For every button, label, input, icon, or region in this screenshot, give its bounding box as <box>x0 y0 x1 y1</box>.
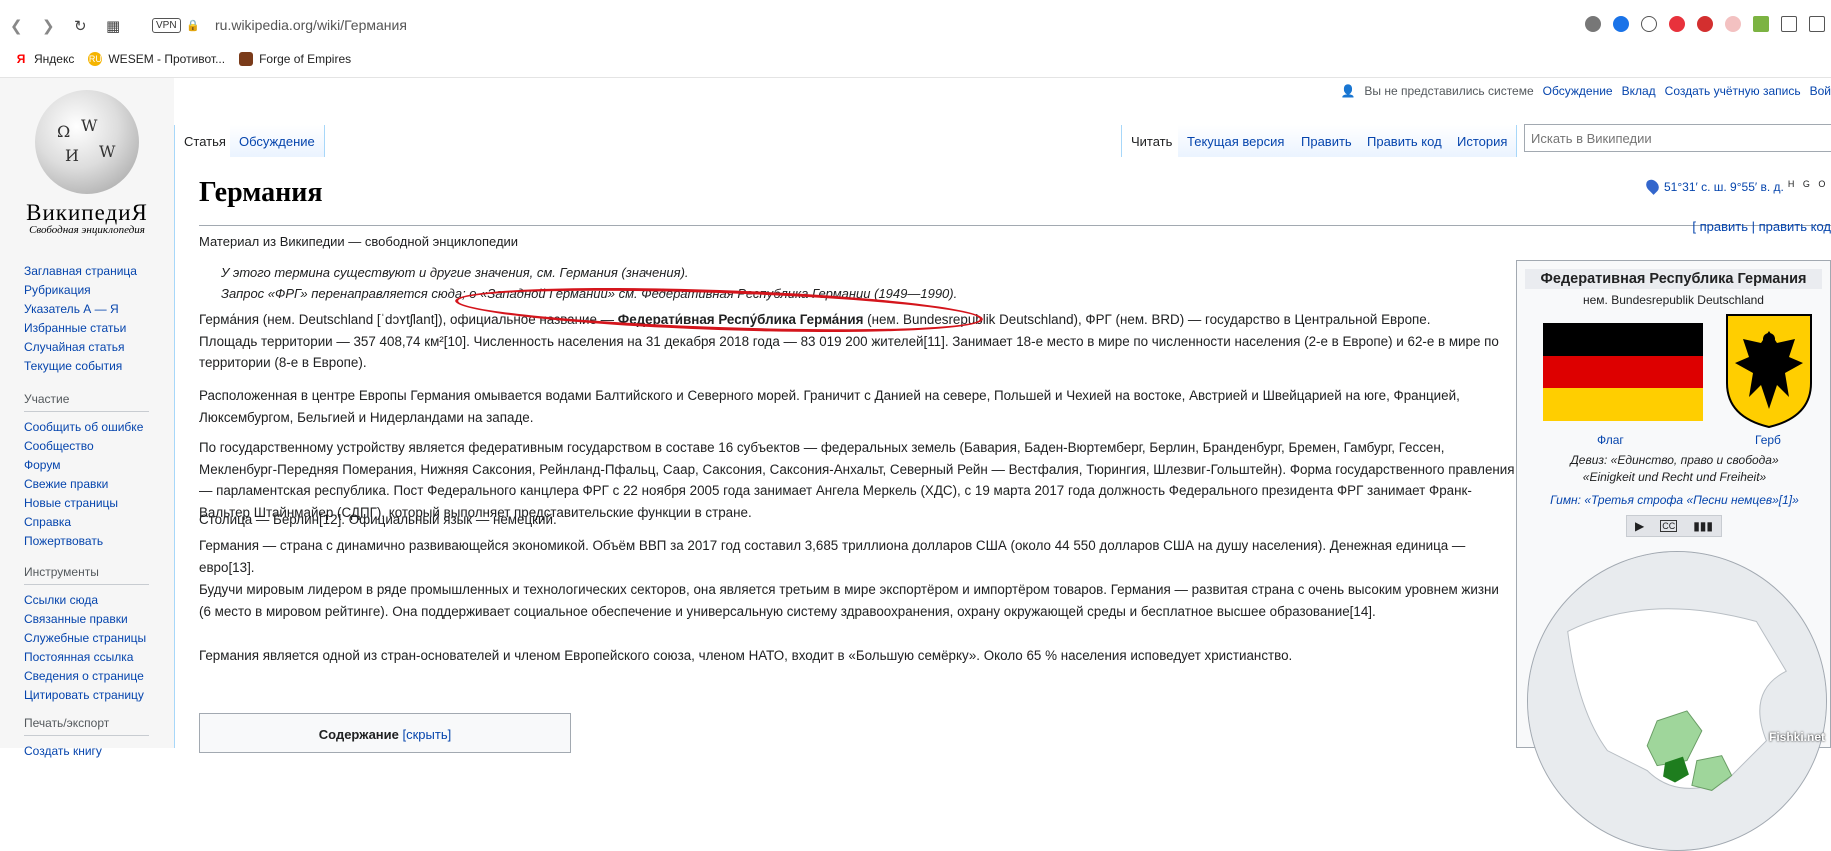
user-talk-link[interactable]: Обсуждение <box>1543 84 1613 98</box>
nav-link[interactable]: Сообщество <box>24 437 149 456</box>
user-contrib-link[interactable]: Вклад <box>1622 84 1656 98</box>
toc-toggle[interactable]: [скрыть] <box>403 727 452 742</box>
nav-link[interactable]: Постоянная ссылка <box>24 648 149 667</box>
tabs-grid-icon[interactable]: ▦ <box>106 17 120 35</box>
bookmark-yandex[interactable]: ЯЯндекс <box>14 48 74 70</box>
nav-link[interactable]: Случайная статья <box>24 338 137 357</box>
ext-pink-icon[interactable] <box>1725 16 1741 32</box>
tab-edit-code[interactable]: Править код <box>1358 125 1452 158</box>
nav-link[interactable]: Связанные правки <box>24 610 149 629</box>
title-underline <box>199 225 1831 226</box>
create-account-link[interactable]: Создать учётную запись <box>1665 84 1801 98</box>
wikipedia-logo[interactable]: ΩWИW ВикипедиЯ Свободная энциклопедия <box>22 90 152 236</box>
site-sub: Материал из Википедии — свободной энцикл… <box>199 234 518 249</box>
ext-red-icon[interactable] <box>1669 16 1685 32</box>
nav-link[interactable]: Служебные страницы <box>24 629 149 648</box>
anthem[interactable]: Гимн: «Третья строфа «Песни немцев»[1]» <box>1517 493 1831 507</box>
lock-icon[interactable]: 🔒 <box>186 19 200 32</box>
cube-icon[interactable] <box>1781 16 1797 32</box>
play-icon[interactable]: ▶ <box>1635 519 1644 533</box>
nav-participation: Участие Сообщить об ошибке Сообщество Фо… <box>24 390 149 551</box>
tab-current-version[interactable]: Текущая версия <box>1178 125 1294 158</box>
paragraph: Расположенная в центре Европы Германия о… <box>199 385 1509 428</box>
infobox-subtitle: нем. Bundesrepublik Deutschland <box>1517 293 1830 307</box>
paragraph: Столица — Берлин[12]. Официальный язык —… <box>199 509 1499 531</box>
bookmarks-bar: ЯЯндекс RUWESEM - Противот... Forge of E… <box>0 48 351 70</box>
nav-tools: Инструменты Ссылки сюда Связанные правки… <box>24 563 149 705</box>
camera-icon[interactable] <box>1585 16 1601 32</box>
adblock-icon[interactable] <box>1697 16 1713 32</box>
shield-check-icon[interactable] <box>1613 16 1629 32</box>
personal-tools: 👤 Вы не представились системе Обсуждение… <box>1340 84 1831 98</box>
paragraph: Будучи мировым лидером в ряде промышленн… <box>199 579 1499 622</box>
nav-print: Печать/экспорт Создать книгу <box>24 714 149 761</box>
address-bar[interactable]: ru.wikipedia.org/wiki/Германия <box>215 17 407 33</box>
reload-icon[interactable]: ↻ <box>74 17 87 35</box>
sidebar: ΩWИW ВикипедиЯ Свободная энциклопедия За… <box>0 78 174 748</box>
table-of-contents: Содержание [скрыть] <box>199 713 571 753</box>
tab-edit[interactable]: Править <box>1292 125 1362 158</box>
wesem-icon: RU <box>88 52 102 66</box>
user-icon: 👤 <box>1340 84 1355 98</box>
nav-link[interactable]: Заглавная страница <box>24 262 137 281</box>
nav-link[interactable]: Свежие правки <box>24 475 149 494</box>
infobox: Федеративная Республика Германия нем. Bu… <box>1516 260 1831 748</box>
extension-bar <box>1585 16 1825 32</box>
vpn-badge[interactable]: VPN <box>152 18 181 33</box>
nav-link[interactable]: Указатель А — Я <box>24 300 137 319</box>
nav-link[interactable]: Создать книгу <box>24 742 149 761</box>
nav-link[interactable]: Рубрикация <box>24 281 137 300</box>
motto-original: «Einigkeit und Recht und Freiheit» <box>1517 470 1831 484</box>
tab-history[interactable]: История <box>1448 125 1517 158</box>
coat-of-arms-image[interactable] <box>1725 313 1813 429</box>
section-edit-links: [ править | править код <box>1692 219 1831 234</box>
nav-link[interactable]: Справка <box>24 513 149 532</box>
audio-player: ▶ CC ▮▮▮ <box>1626 515 1722 537</box>
map-pin-icon <box>1644 177 1662 195</box>
nav-link[interactable]: Избранные статьи <box>24 319 137 338</box>
login-link[interactable]: Вой <box>1810 84 1831 98</box>
puzzle-globe-icon: ΩWИW <box>35 90 139 194</box>
nav-link[interactable]: Текущие события <box>24 357 137 376</box>
nav-link[interactable]: Ссылки сюда <box>24 591 149 610</box>
coordinates[interactable]: 51°31′ с. ш. 9°55′ в. д.H G O <box>1647 179 1828 194</box>
cc-icon[interactable]: CC <box>1660 520 1677 532</box>
nav-link[interactable]: Форум <box>24 456 149 475</box>
nav-link[interactable]: Сообщить об ошибке <box>24 418 149 437</box>
ext-green-icon[interactable] <box>1753 16 1769 32</box>
bookmark-wesem[interactable]: RUWESEM - Противот... <box>88 48 225 70</box>
yandex-icon: Я <box>14 52 28 66</box>
flag-link[interactable]: Флаг <box>1597 433 1624 447</box>
browser-chrome: ❮ ❯ ↻ ▦ VPN 🔒 ru.wikipedia.org/wiki/Герм… <box>0 0 1831 78</box>
infobox-title: Федеративная Республика Германия <box>1525 269 1822 289</box>
paragraph: Германия является одной из стран-основат… <box>199 645 1499 667</box>
forward-icon[interactable]: ❯ <box>42 17 55 35</box>
heart-icon[interactable] <box>1641 16 1657 32</box>
motto: Девиз: «Единство, право и свобода» <box>1517 453 1831 467</box>
bookmark-forge[interactable]: Forge of Empires <box>239 48 351 70</box>
nav-link[interactable]: Пожертвовать <box>24 532 149 551</box>
search-input[interactable] <box>1524 124 1831 152</box>
paragraph: Германия — страна с динамично развивающе… <box>199 535 1499 578</box>
watermark: Fishki.net <box>1769 730 1825 744</box>
back-icon[interactable]: ❮ <box>10 17 23 35</box>
volume-icon[interactable]: ▮▮▮ <box>1693 519 1713 533</box>
forge-icon <box>239 52 253 66</box>
nav-link[interactable]: Цитировать страницу <box>24 686 149 705</box>
not-logged-text: Вы не представились системе <box>1364 84 1533 98</box>
download-icon[interactable] <box>1809 16 1825 32</box>
page-title: Германия <box>199 177 323 209</box>
tab-article[interactable]: Статья <box>174 125 236 158</box>
nav-link[interactable]: Новые страницы <box>24 494 149 513</box>
flag-image[interactable] <box>1543 323 1703 421</box>
tab-talk[interactable]: Обсуждение <box>230 125 325 158</box>
nav-main: Заглавная страница Рубрикация Указатель … <box>24 262 137 376</box>
tab-read[interactable]: Читать <box>1121 125 1182 158</box>
nav-link[interactable]: Сведения о странице <box>24 667 149 686</box>
hatnote: У этого термина существуют и другие знач… <box>221 265 689 280</box>
locator-globe-map[interactable] <box>1527 551 1827 851</box>
coat-link[interactable]: Герб <box>1755 433 1781 447</box>
